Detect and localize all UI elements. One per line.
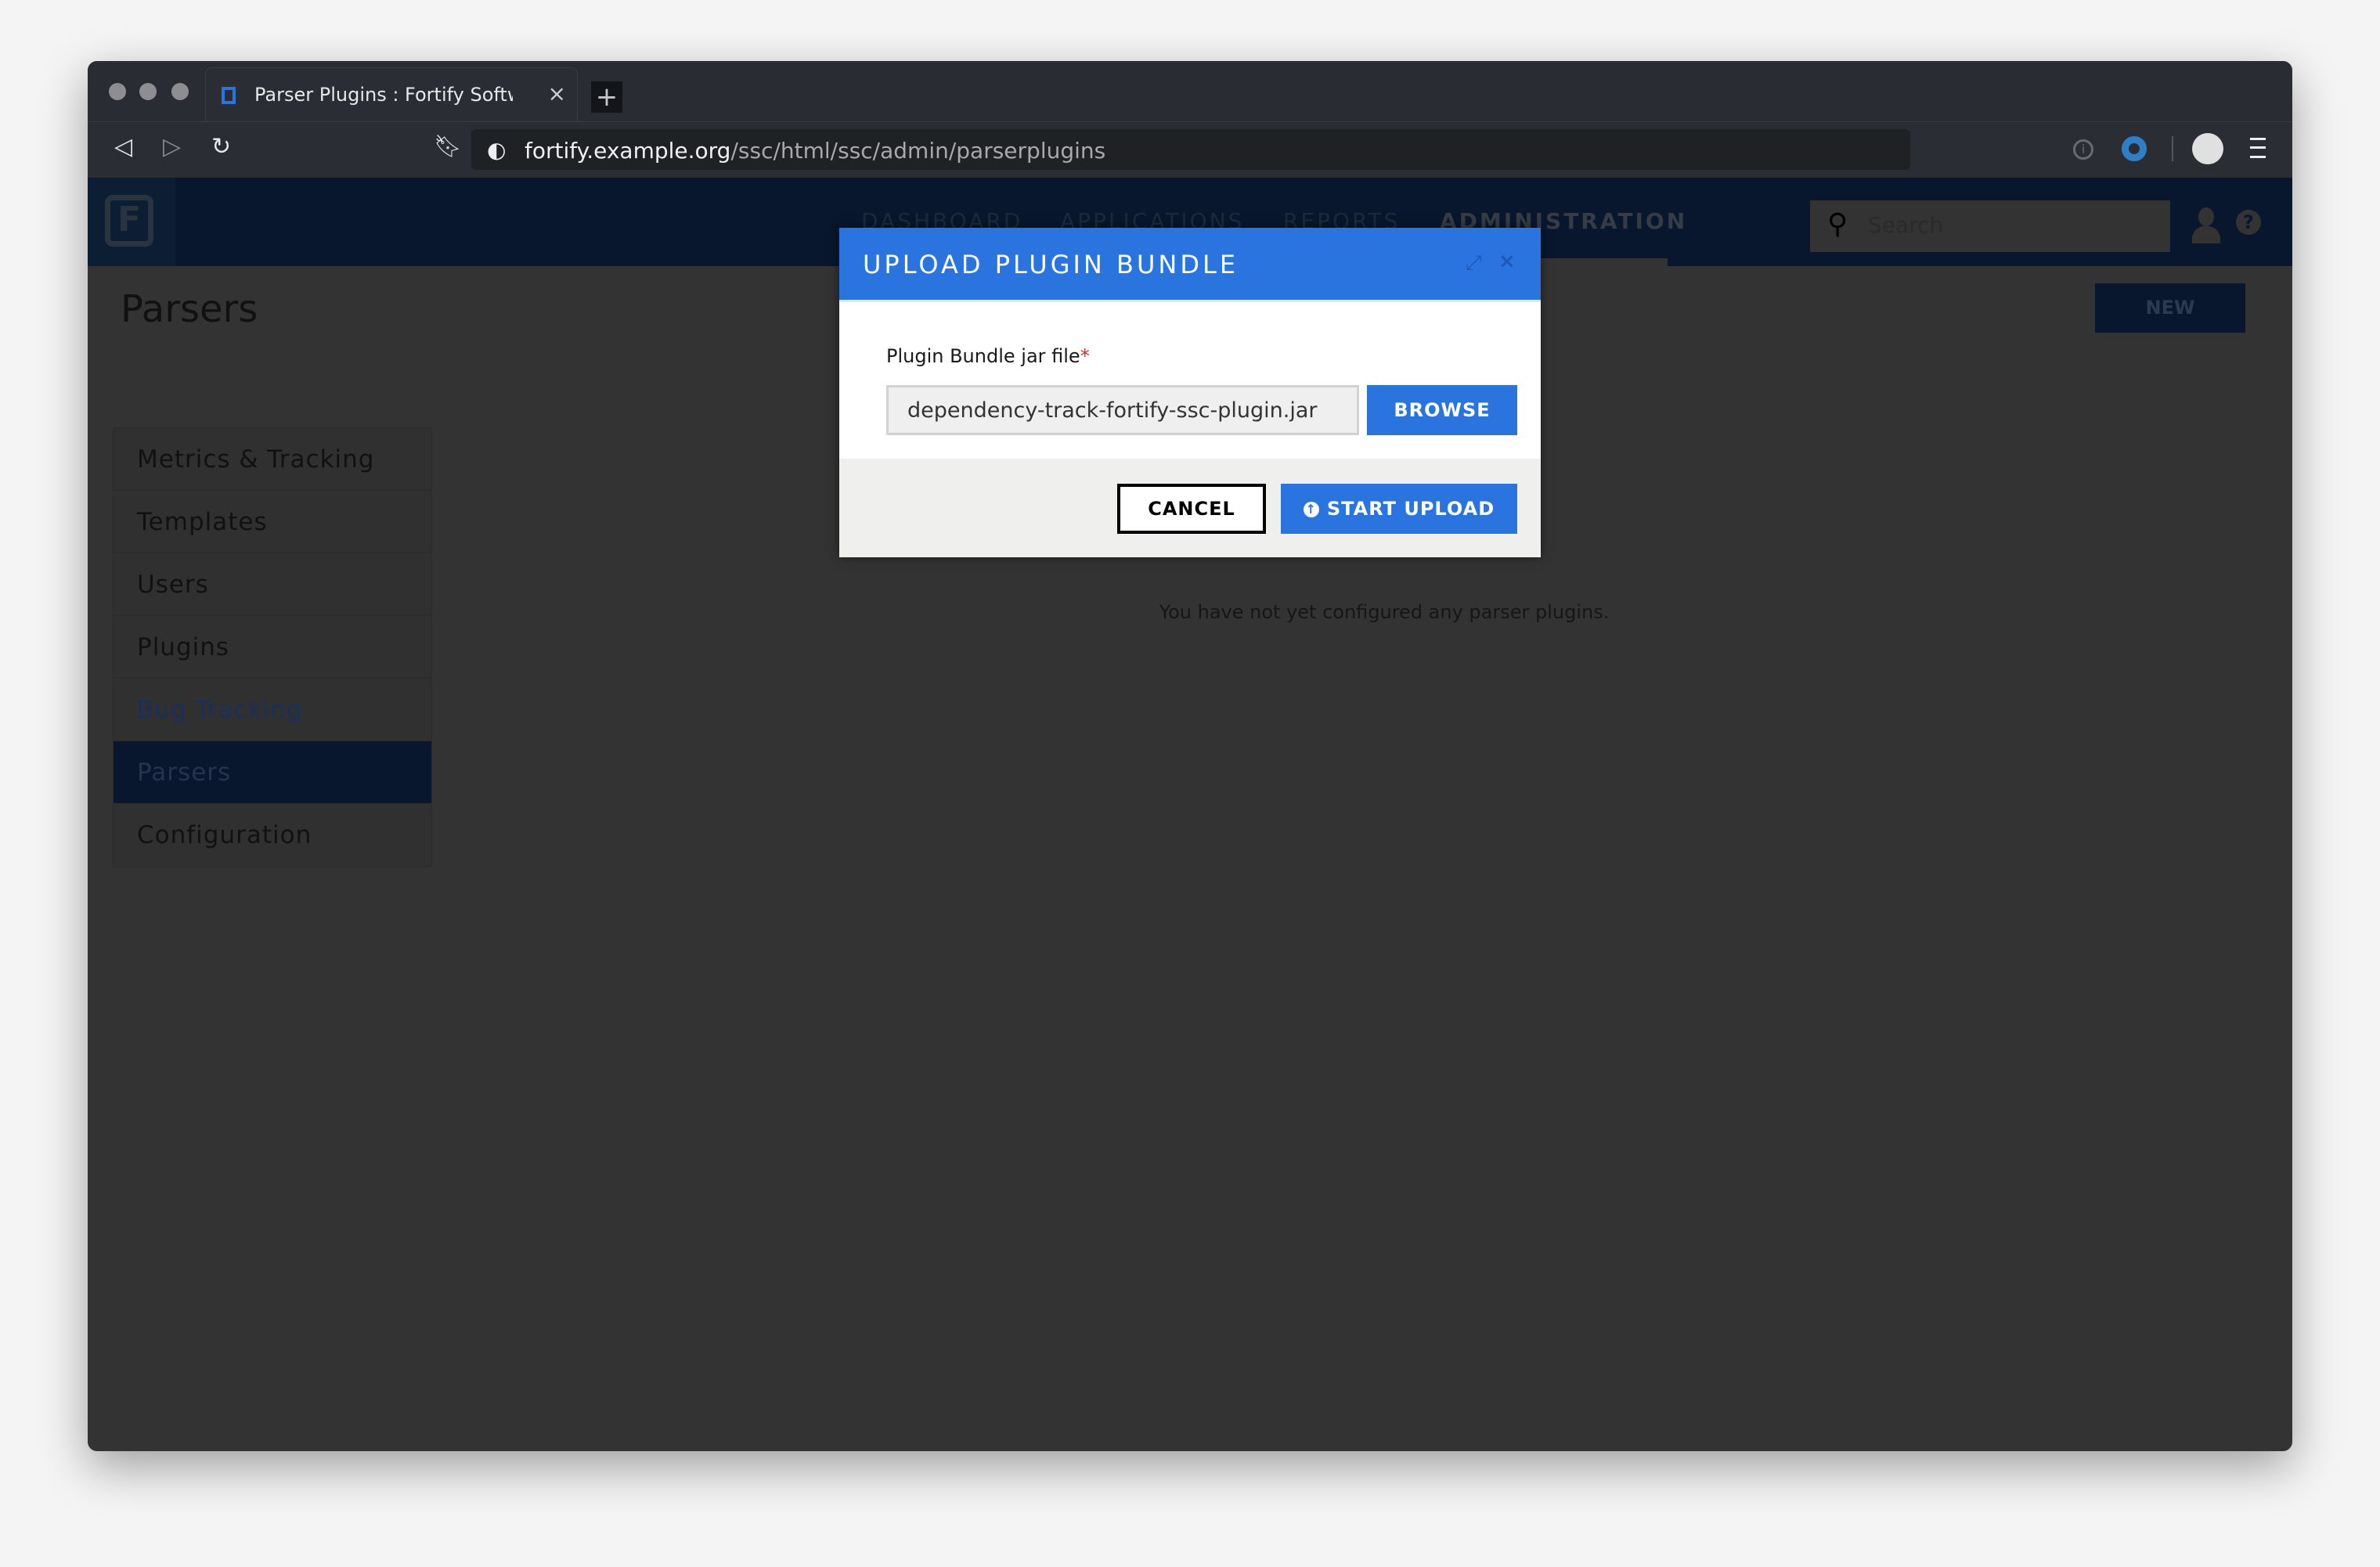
dialog-title: UPLOAD PLUGIN BUNDLE	[863, 250, 1239, 279]
sidebar-item-parsers[interactable]: Parsers	[114, 741, 431, 804]
menu-icon[interactable]	[2250, 138, 2266, 158]
url-path: /ssc/html/ssc/admin/parserplugins	[730, 138, 1106, 164]
forward-icon[interactable]: ▷	[163, 133, 181, 160]
search-icon: ⚲	[1827, 208, 1848, 240]
user-icon[interactable]	[2192, 207, 2220, 245]
sidebar-item-metrics-tracking[interactable]: Metrics & Tracking	[114, 428, 431, 491]
fortify-logo[interactable]: F	[88, 178, 175, 266]
upload-plugin-dialog: UPLOAD PLUGIN BUNDLE ⤢ × Plugin Bundle j…	[839, 228, 1541, 557]
file-field-label: Plugin Bundle jar file*	[886, 345, 1090, 367]
window-close-button[interactable]	[109, 83, 126, 100]
bookmark-icon[interactable]: 🔖︎	[434, 133, 462, 159]
browser-tab[interactable]: Parser Plugins : Fortify Software ×	[205, 67, 578, 122]
expand-icon[interactable]: ⤢	[1466, 251, 1482, 276]
profile-avatar-icon[interactable]	[2192, 133, 2223, 164]
favicon-icon	[222, 87, 236, 104]
toolbar-divider	[2172, 136, 2173, 161]
globe-icon: ◐	[487, 137, 507, 163]
dialog-footer: CANCEL ↑ START UPLOAD	[839, 459, 1541, 557]
info-icon[interactable]: i	[2073, 139, 2093, 160]
sidebar-item-templates[interactable]: Templates	[114, 491, 431, 553]
admin-sidebar: Metrics & Tracking Templates Users Plugi…	[113, 427, 432, 867]
window-minimize-button[interactable]	[139, 83, 157, 100]
search-input[interactable]: ⚲ Search	[1810, 200, 2170, 252]
start-upload-button[interactable]: ↑ START UPLOAD	[1281, 484, 1517, 534]
browse-button[interactable]: BROWSE	[1367, 385, 1517, 435]
file-path-input[interactable]: dependency-track-fortify-ssc-plugin.jar	[886, 385, 1359, 435]
start-upload-label: START UPLOAD	[1326, 498, 1495, 520]
empty-state-message: You have not yet configured any parser p…	[1159, 601, 1610, 623]
required-mark: *	[1080, 345, 1090, 367]
upload-icon: ↑	[1303, 502, 1319, 517]
reload-icon[interactable]: ↻	[211, 133, 231, 160]
page-title: Parsers	[121, 287, 258, 331]
url-text[interactable]: fortify.example.org/ssc/html/ssc/admin/p…	[525, 138, 1105, 164]
sidebar-item-bug-tracking[interactable]: Bug Tracking	[114, 679, 431, 741]
logo-letter: F	[105, 195, 153, 247]
search-placeholder: Search	[1868, 212, 1944, 238]
new-tab-button[interactable]: +	[591, 81, 622, 113]
sidebar-item-configuration[interactable]: Configuration	[114, 804, 431, 866]
new-button[interactable]: NEW	[2095, 283, 2245, 333]
extension-ring-icon[interactable]	[2122, 136, 2147, 161]
url-host: fortify.example.org	[525, 138, 731, 164]
help-icon[interactable]: ?	[2236, 210, 2261, 235]
window-maximize-button[interactable]	[171, 83, 189, 100]
back-icon[interactable]: ◁	[114, 133, 132, 160]
tab-title: Parser Plugins : Fortify Software	[254, 84, 513, 106]
sidebar-item-users[interactable]: Users	[114, 553, 431, 616]
label-text: Plugin Bundle jar file	[886, 345, 1080, 367]
close-icon[interactable]: ×	[1498, 250, 1516, 273]
address-bar[interactable]: ◐ fortify.example.org/ssc/html/ssc/admin…	[471, 129, 1910, 170]
dialog-header: UPLOAD PLUGIN BUNDLE ⤢ ×	[839, 228, 1541, 302]
cancel-button[interactable]: CANCEL	[1117, 484, 1266, 534]
tab-close-icon[interactable]: ×	[548, 81, 566, 106]
sidebar-item-plugins[interactable]: Plugins	[114, 616, 431, 679]
